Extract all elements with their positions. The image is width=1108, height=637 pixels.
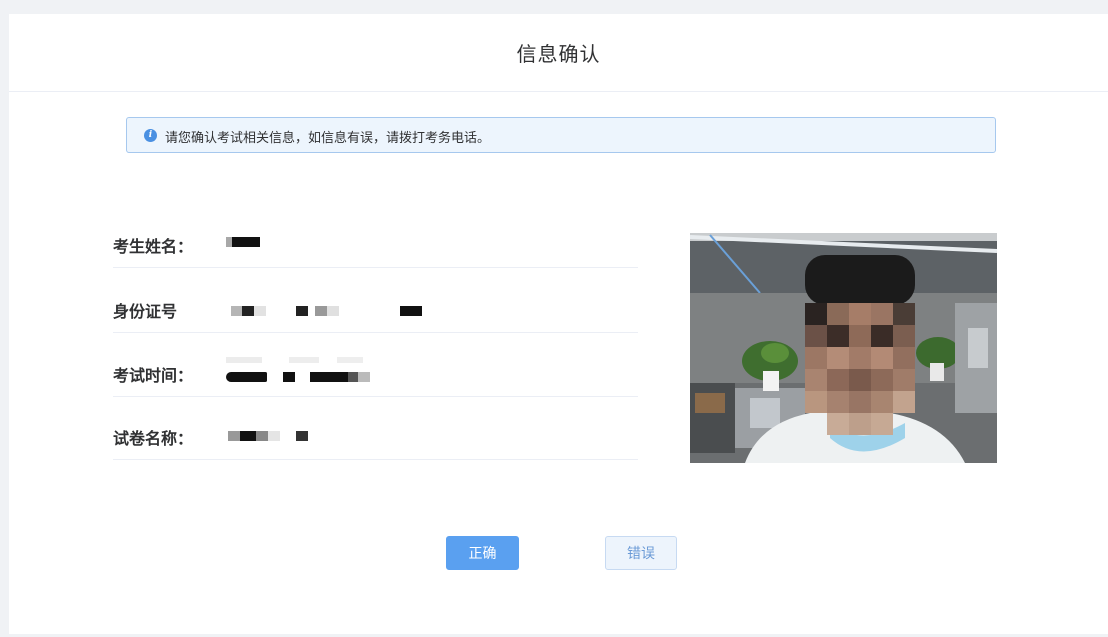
field-label-exam-time: 考试时间： (113, 366, 194, 385)
field-label-paper-name: 试卷名称： (113, 429, 194, 448)
field-row-id-number: 身份证号 (113, 284, 638, 333)
panel-header: 信息确认 (9, 14, 1108, 92)
alert-message: 请您确认考试相关信息，如信息有误，请拨打考务电话。 (165, 131, 491, 146)
page-title: 信息确认 (516, 42, 601, 66)
field-row-exam-time: 考试时间： (113, 348, 638, 397)
confirm-button[interactable]: 正确 (446, 536, 519, 570)
info-icon: i (144, 129, 157, 142)
field-row-name: 考生姓名： (113, 219, 638, 268)
field-row-paper-name: 试卷名称： (113, 411, 638, 460)
reject-button[interactable]: 错误 (605, 536, 677, 570)
field-label-id-number: 身份证号 (113, 302, 178, 321)
info-alert: i 请您确认考试相关信息，如信息有误，请拨打考务电话。 (126, 117, 996, 153)
examinee-photo-image (690, 233, 997, 463)
examinee-photo (690, 233, 997, 463)
field-label-name: 考生姓名： (113, 237, 194, 256)
info-confirm-panel: 信息确认 i 请您确认考试相关信息，如信息有误，请拨打考务电话。 考生姓名： 身… (9, 14, 1108, 634)
